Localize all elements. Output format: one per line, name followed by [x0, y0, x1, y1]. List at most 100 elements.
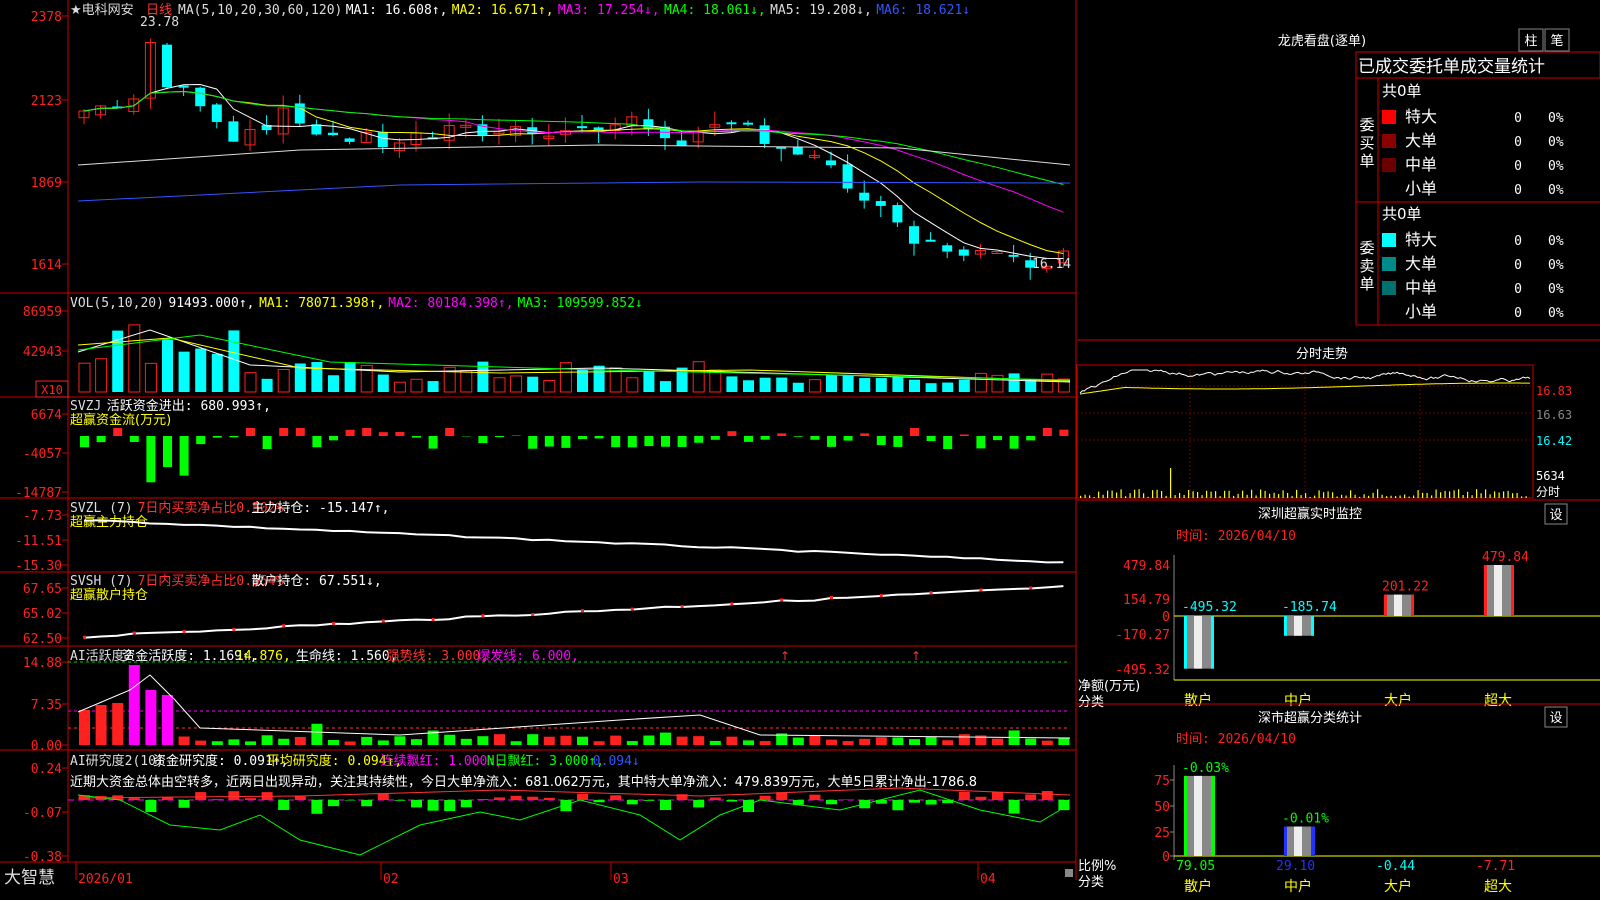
svsh-legend-item: 散户持仓: 67.551↓,: [251, 573, 381, 589]
price-legend-item: MA(5,10,20,30,60,120): [178, 3, 342, 18]
axis-label-aiyj: -0.38: [23, 850, 62, 865]
intraday-vol-bar: [1156, 489, 1158, 498]
candle-body: [195, 87, 206, 107]
activity-bar: [1025, 738, 1037, 745]
class-xlabel: 分类: [1078, 875, 1104, 890]
research-bar: [527, 796, 539, 800]
intraday-vol-bar: [1138, 489, 1140, 498]
chart-mode-bar-label[interactable]: 柱: [1524, 34, 1537, 49]
vol-legend-item: MA3: 109599.852↓: [518, 296, 643, 311]
volume-bar: [510, 375, 523, 393]
intraday-vol-bar: [1143, 493, 1145, 498]
activity-bar: [660, 732, 671, 745]
intraday-vol-bar: [1453, 490, 1455, 498]
activity-bar: [278, 738, 290, 745]
volume-bar: [559, 362, 572, 393]
date-label: 2026/01: [78, 872, 133, 887]
intraday-vol-bar: [1183, 494, 1185, 498]
activity-bar: [1058, 737, 1070, 745]
monitor-value-label: -495.32: [1182, 600, 1237, 615]
flow-bar: [1042, 428, 1052, 436]
axis-label-aiyj: 0.24: [31, 762, 62, 777]
flow-bar: [910, 428, 919, 436]
research-bar: [543, 797, 555, 800]
intraday-vol-bar: [1435, 489, 1437, 498]
volume-bar: [759, 377, 771, 392]
candle-body: [892, 205, 903, 223]
intraday-vol-bar: [1206, 490, 1208, 498]
monitor-bar-highlight: [1294, 616, 1302, 636]
candle-body: [344, 138, 355, 142]
activity-line: [77, 674, 1071, 739]
monitor-value-label: 201.22: [1382, 580, 1429, 595]
flow-bar: [760, 436, 770, 440]
sell-orders-row-label: 中单: [1405, 278, 1437, 297]
intraday-vol-bar: [1260, 489, 1262, 498]
research-bar: [577, 793, 588, 800]
activity-bar: [759, 741, 771, 745]
axis-label-svsh: 67.65: [23, 582, 62, 597]
flow-bar: [876, 436, 886, 445]
flow-bar: [578, 436, 587, 440]
axis-label-price: 2378: [31, 10, 62, 25]
activity-bar: [743, 740, 754, 745]
monitor-bar-edge: [1511, 565, 1514, 616]
monitor-bar-edge: [1184, 616, 1187, 669]
intraday-vol-bar: [1111, 490, 1113, 498]
buy-orders-row-pct: 0%: [1548, 135, 1564, 150]
retail-dot: [630, 607, 634, 611]
monitor-ylabel: 净额(万元): [1078, 679, 1140, 694]
chart-canvas[interactable]: 2378 2123 1869 1614 86959 42943 6674 -4057 -1478…: [0, 0, 1600, 900]
monitor-settings-label[interactable]: 设: [1549, 508, 1562, 523]
retail-dot: [780, 598, 784, 602]
volume-bar: [277, 369, 290, 393]
activity-bar: [892, 737, 904, 745]
flow-bar: [445, 428, 455, 436]
volume-bar: [792, 382, 804, 392]
burst-arrow: ↑: [911, 649, 921, 663]
class-category: 超大: [1484, 879, 1512, 895]
activity-bar: [643, 735, 655, 745]
candle-body: [842, 164, 853, 189]
buy-orders-total: 共0单: [1382, 82, 1422, 100]
flow-bar: [262, 436, 272, 449]
volume-bar: [626, 377, 639, 393]
flow-bar: [163, 436, 172, 468]
volume-bar: [925, 383, 937, 392]
flow-bar: [80, 436, 89, 448]
svzl-legend-item: SVZL (7): [70, 501, 133, 516]
candle-body: [328, 132, 338, 136]
buy-orders-row-label: 中单: [1405, 155, 1437, 174]
main-force-line: [83, 519, 1064, 564]
class-value-label: -0.44: [1376, 859, 1415, 874]
research-bar: [477, 798, 489, 800]
research-bar: [909, 800, 920, 803]
monitor-category: 散户: [1184, 692, 1212, 709]
intraday-vol-bar: [1440, 492, 1442, 498]
intraday-vol-bar: [1332, 492, 1334, 498]
sell-orders-side-label: 卖: [1359, 257, 1374, 275]
axis-label-svzl: -11.51: [15, 534, 62, 549]
monitor-axis-label: 479.84: [1123, 559, 1170, 574]
flow-bar: [694, 436, 704, 443]
retail-dot: [680, 605, 684, 609]
intraday-vol-bar: [1120, 489, 1122, 498]
class-axis-label: 25: [1154, 826, 1170, 841]
candle-body: [909, 226, 919, 244]
volume-bar: [808, 379, 821, 393]
flow-bar: [196, 436, 206, 445]
intraday-vol-bar: [1318, 490, 1320, 498]
flow-bar: [329, 436, 338, 441]
intraday-price: 16.63: [1536, 408, 1572, 422]
buy-orders-side-label: 买: [1359, 134, 1374, 152]
volume-bar: [1041, 373, 1054, 393]
class-settings-label[interactable]: 设: [1549, 711, 1562, 726]
activity-bar: [909, 739, 920, 745]
flow-bar: [843, 436, 853, 441]
research-bar: [510, 795, 522, 800]
volume-bar: [709, 369, 722, 393]
price-high-marker: 23.78: [140, 15, 179, 30]
chart-mode-pen-label[interactable]: 笔: [1550, 33, 1563, 49]
intraday-vol-bar: [1282, 490, 1284, 498]
price-legend-item: MA2: 16.671↑,: [452, 3, 554, 18]
